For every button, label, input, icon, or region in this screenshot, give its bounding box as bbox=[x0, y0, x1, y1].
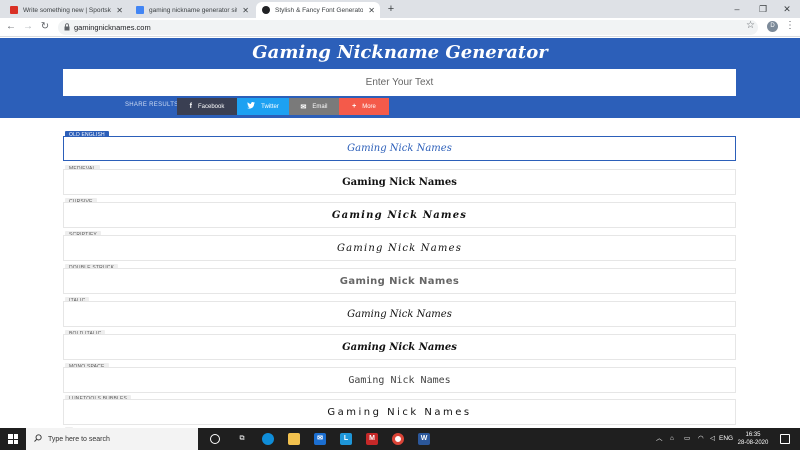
word-icon[interactable]: W bbox=[418, 433, 430, 445]
network-icon[interactable]: ⌂ bbox=[670, 428, 674, 450]
facebook-icon: f bbox=[189, 103, 192, 110]
browser-tab-google-search[interactable]: gaming nickname generator site ✕ bbox=[130, 2, 254, 18]
result-row-scriptify[interactable]: Gaming Nick Names bbox=[63, 235, 736, 261]
close-tab-icon[interactable]: ✕ bbox=[368, 6, 375, 15]
tab-title: gaming nickname generator site bbox=[149, 6, 238, 14]
result-row-old-english[interactable]: Gaming Nick Names bbox=[63, 136, 736, 161]
search-placeholder: Type here to search bbox=[48, 435, 110, 443]
edge-browser-icon[interactable] bbox=[262, 433, 274, 445]
file-explorer-icon[interactable] bbox=[288, 433, 300, 445]
minimize-window-button[interactable]: – bbox=[724, 0, 750, 18]
plus-icon: + bbox=[352, 103, 357, 110]
share-button-label: Email bbox=[312, 103, 328, 110]
google-favicon-icon bbox=[136, 6, 144, 14]
forward-arrow-icon[interactable]: → bbox=[21, 20, 35, 34]
reload-icon[interactable]: ↻ bbox=[38, 20, 52, 34]
new-tab-button[interactable]: + bbox=[384, 2, 398, 16]
browser-tab-font-generator[interactable]: Stylish & Fancy Font Generator | ✕ bbox=[256, 2, 380, 18]
share-button-label: More bbox=[362, 103, 376, 110]
share-facebook-button[interactable]: f Facebook bbox=[177, 98, 237, 115]
windows-taskbar: Type here to search ⧉ ✉ L M W ︿ ⌂ ▭ ◠ ◁ … bbox=[0, 428, 800, 450]
page-title: Gaming Nickname Generator bbox=[252, 42, 548, 63]
cortana-icon[interactable] bbox=[210, 434, 220, 444]
result-row-cursive[interactable]: Gaming Nick Names bbox=[63, 202, 736, 228]
back-arrow-icon[interactable]: ← bbox=[4, 20, 18, 34]
share-more-button[interactable]: + More bbox=[339, 98, 389, 115]
battery-icon[interactable]: ▭ bbox=[684, 428, 690, 450]
sportskeeda-favicon-icon bbox=[10, 6, 18, 14]
chrome-icon[interactable] bbox=[392, 433, 404, 445]
browser-tab-bar: Write something new | Sportskee ✕ gaming… bbox=[0, 0, 800, 18]
mcafee-icon[interactable]: M bbox=[366, 433, 378, 445]
tab-title: Stylish & Fancy Font Generator | bbox=[275, 6, 364, 14]
close-window-button[interactable]: ✕ bbox=[774, 0, 800, 18]
browser-tab-sportskeeda[interactable]: Write something new | Sportskee ✕ bbox=[4, 2, 128, 18]
share-button-label: Facebook bbox=[197, 103, 225, 110]
result-row-double-struck[interactable]: Gaming Nick Names bbox=[63, 268, 736, 294]
clock-time: 16:35 bbox=[745, 432, 761, 438]
maximize-window-button[interactable]: ❐ bbox=[750, 0, 776, 18]
twitter-icon bbox=[247, 102, 256, 111]
windows-start-icon[interactable] bbox=[8, 434, 18, 444]
wifi-icon[interactable]: ◠ bbox=[698, 428, 704, 450]
notification-center-icon[interactable] bbox=[780, 434, 790, 444]
task-view-icon[interactable]: ⧉ bbox=[236, 433, 248, 445]
share-button-label: Twitter bbox=[261, 103, 279, 110]
email-icon: ✉ bbox=[300, 103, 307, 111]
share-results-label: SHARE RESULTS: bbox=[125, 102, 181, 108]
share-email-button[interactable]: ✉ Email bbox=[289, 98, 339, 115]
result-row-mono-space[interactable]: Gaming Nick Names bbox=[63, 367, 736, 393]
search-icon bbox=[34, 434, 42, 444]
close-tab-icon[interactable]: ✕ bbox=[116, 6, 123, 15]
browser-menu-icon[interactable]: ⋮ bbox=[785, 20, 795, 31]
text-input[interactable] bbox=[63, 69, 736, 96]
browser-toolbar: ← → ↻ gamingnicknames.com bbox=[0, 18, 800, 37]
result-row-bold-italic[interactable]: Gaming Nick Names bbox=[63, 334, 736, 360]
lync-app-icon[interactable]: L bbox=[340, 433, 352, 445]
site-favicon-icon bbox=[262, 6, 270, 14]
system-clock[interactable]: 16:35 28-08-2020 bbox=[733, 431, 773, 447]
result-row-lunetools-bubbles[interactable]: Gaming Nick Names bbox=[63, 399, 736, 425]
result-row-medieval[interactable]: Gaming Nick Names bbox=[63, 169, 736, 195]
share-twitter-button[interactable]: Twitter bbox=[237, 98, 289, 115]
taskbar-search-box[interactable]: Type here to search bbox=[26, 428, 198, 450]
tray-chevron-icon[interactable]: ︿ bbox=[656, 428, 663, 450]
url-text: gamingnicknames.com bbox=[74, 23, 151, 32]
bookmark-star-icon[interactable]: ☆ bbox=[746, 20, 755, 31]
address-bar[interactable]: gamingnicknames.com bbox=[58, 20, 758, 35]
profile-avatar[interactable]: D bbox=[767, 21, 778, 32]
lock-icon bbox=[64, 23, 70, 31]
results-list: OLD ENGLISH Gaming Nick Names MEDIEVAL G… bbox=[0, 118, 800, 428]
language-indicator[interactable]: ENG bbox=[719, 428, 733, 450]
volume-icon[interactable]: ◁ bbox=[710, 428, 715, 450]
result-row-italic[interactable]: Gaming Nick Names bbox=[63, 301, 736, 327]
close-tab-icon[interactable]: ✕ bbox=[242, 6, 249, 15]
clock-date: 28-08-2020 bbox=[737, 440, 769, 446]
mail-icon[interactable]: ✉ bbox=[314, 433, 326, 445]
tab-title: Write something new | Sportskee bbox=[23, 6, 112, 14]
